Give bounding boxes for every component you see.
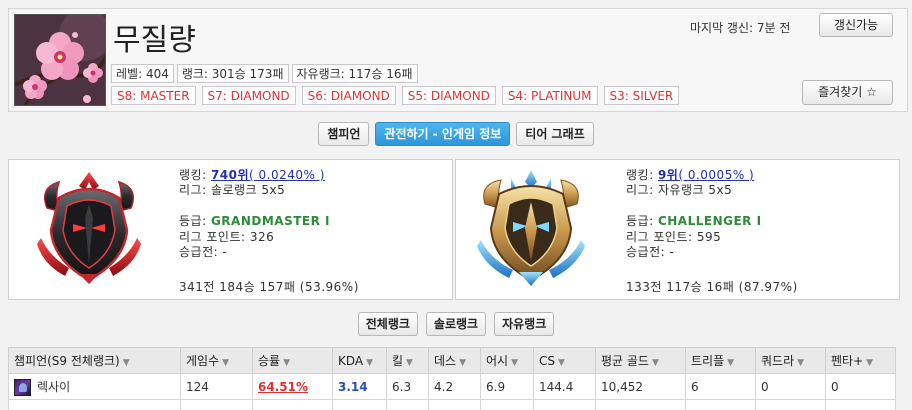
sort-arrow-icon: ▼ bbox=[222, 358, 230, 368]
flex-promotion: 승급전: - bbox=[626, 244, 675, 259]
rek-sai-champion-icon bbox=[14, 378, 31, 396]
champion-stats-table-wrap: 챔피언(S9 전체랭크) ▼ 게임수 ▼ 승률 ▼ KDA ▼ 킬 ▼ 데스 ▼ 어시 ▼ C… bbox=[8, 347, 912, 410]
tier-label: 등급: bbox=[179, 214, 211, 229]
flex-rank-card: 랭킹: 9위( 0.0005% ) 리그: 자유랭크 5x5 등급: CHALL… bbox=[455, 159, 900, 300]
solo-record-box: 랭크: 301승 173패 bbox=[176, 64, 289, 83]
flex-rank-percent: ( 0.0005% ) bbox=[678, 168, 755, 182]
favorite-button[interactable]: 즐겨찾기 ☆ bbox=[802, 80, 893, 105]
cell-kills: 6.3 bbox=[386, 373, 429, 400]
tier-label: 등급: bbox=[626, 214, 658, 229]
last-update-text: 마지막 갱신: 7분 전 bbox=[690, 21, 791, 35]
season-badge: S5: DIAMOND bbox=[401, 86, 496, 105]
tab-tier-graph[interactable]: 티어 그래프 bbox=[516, 122, 594, 146]
solo-record: 341전 184승 157패 (53.96%) bbox=[179, 280, 359, 294]
flex-record: 133전 117승 16패 (87.97%) bbox=[626, 280, 798, 294]
cell-games: 124 bbox=[180, 373, 253, 400]
solo-league-points: 리그 포인트: 326 bbox=[179, 229, 275, 244]
cell-cs: 144.4 bbox=[533, 373, 596, 400]
tab-champion[interactable]: 챔피언 bbox=[318, 122, 370, 146]
column-header-winrate[interactable]: 승률 ▼ bbox=[252, 347, 333, 374]
sort-arrow-icon: ▼ bbox=[122, 358, 130, 368]
column-header-quadra[interactable]: 쿼드라 ▼ bbox=[755, 347, 826, 374]
column-header-gold[interactable]: 평균 골드 ▼ bbox=[595, 347, 686, 374]
solo-promotion: 승급전: - bbox=[179, 244, 228, 259]
column-header-deaths[interactable]: 데스 ▼ bbox=[428, 347, 481, 374]
sort-arrow-icon: ▼ bbox=[866, 358, 874, 368]
season-badge: S6: DIAMOND bbox=[301, 86, 396, 105]
profile-header: 무질량 레벨: 404 랭크: 301승 173패 자유랭크: 117승 16패… bbox=[8, 8, 908, 112]
season-badge: S8: MASTER bbox=[111, 86, 196, 105]
season-badge: S3: SILVER bbox=[603, 86, 680, 105]
table-row[interactable]: 렉사이 124 64.51% 3.14 6.3 4.2 6.9 144.4 10… bbox=[8, 373, 896, 400]
filter-solo-ranked[interactable]: 솔로랭크 bbox=[425, 312, 487, 336]
cell-triple: 6 bbox=[685, 373, 756, 400]
flex-record-box: 자유랭크: 117승 16패 bbox=[291, 64, 418, 83]
solo-rank-card: 랭킹: 740위( 0.0240% ) 리그: 솔로랭크 5x5 등급: GRA… bbox=[8, 159, 453, 300]
column-header-penta[interactable]: 펜타+ ▼ bbox=[825, 347, 896, 374]
season-history: S8: MASTER S7: DIAMOND S6: DIAMOND S5: D… bbox=[111, 86, 680, 105]
sort-arrow-icon: ▼ bbox=[459, 358, 467, 368]
sort-arrow-icon: ▼ bbox=[558, 357, 565, 368]
rank-label: 랭킹: bbox=[179, 168, 211, 182]
level-box: 레벨: 404 bbox=[111, 64, 174, 83]
column-header-cs[interactable]: CS ▼ bbox=[533, 347, 596, 374]
champion-stats-table: 챔피언(S9 전체랭크) ▼ 게임수 ▼ 승률 ▼ KDA ▼ 킬 ▼ 데스 ▼ 어시 ▼ C… bbox=[8, 347, 896, 410]
flex-rank-info: 랭킹: 9위( 0.0005% ) 리그: 자유랭크 5x5 등급: CHALL… bbox=[626, 168, 762, 260]
sort-arrow-icon: ▼ bbox=[511, 358, 519, 368]
cell-kda: 3.14 bbox=[332, 373, 387, 400]
table-header-row: 챔피언(S9 전체랭크) ▼ 게임수 ▼ 승률 ▼ KDA ▼ 킬 ▼ 데스 ▼ 어시 ▼ C… bbox=[8, 347, 896, 374]
flex-league-points: 리그 포인트: 595 bbox=[626, 229, 722, 244]
sort-arrow-icon: ▼ bbox=[727, 358, 735, 368]
column-header-games[interactable]: 게임수 ▼ bbox=[180, 347, 253, 374]
table-row bbox=[8, 399, 896, 410]
sort-arrow-icon: ▼ bbox=[797, 358, 805, 368]
sort-arrow-icon: ▼ bbox=[406, 358, 413, 368]
solo-tier: GRANDMASTER I bbox=[210, 214, 330, 229]
cell-winrate: 64.51% bbox=[252, 373, 333, 400]
column-header-assists[interactable]: 어시 ▼ bbox=[480, 347, 534, 374]
rank-label: 랭킹: bbox=[626, 168, 658, 182]
cell-gold: 10,452 bbox=[595, 373, 686, 400]
flex-tier: CHALLENGER I bbox=[657, 214, 762, 229]
refresh-button[interactable]: 갱신가능 bbox=[819, 13, 893, 37]
column-header-champion[interactable]: 챔피언(S9 전체랭크) ▼ bbox=[8, 347, 181, 374]
grandmaster-emblem-icon bbox=[37, 172, 141, 284]
sort-arrow-icon: ▼ bbox=[366, 357, 374, 368]
cherry-blossom-avatar bbox=[15, 15, 105, 105]
filter-flex-ranked[interactable]: 자유랭크 bbox=[494, 312, 555, 336]
cell-assists: 6.9 bbox=[480, 373, 534, 400]
column-header-triple[interactable]: 트리플 ▼ bbox=[685, 347, 756, 374]
profile-tabs: 챔피언 관전하기 - 인게임 정보 티어 그래프 bbox=[0, 122, 912, 146]
cell-quadra: 0 bbox=[755, 373, 826, 400]
column-header-kda[interactable]: KDA ▼ bbox=[332, 347, 387, 374]
flex-league: 리그: 자유랭크 5x5 bbox=[626, 183, 733, 198]
summoner-name: 무질량 bbox=[113, 23, 196, 58]
season-badge: S4: PLATINUM bbox=[501, 86, 598, 105]
flex-rank-link[interactable]: 9위 bbox=[658, 168, 678, 182]
cell-champion: 렉사이 bbox=[8, 373, 181, 400]
profile-avatar bbox=[14, 14, 106, 106]
solo-rank-percent: ( 0.0240% ) bbox=[249, 168, 325, 182]
tab-spectate[interactable]: 관전하기 - 인게임 정보 bbox=[375, 122, 511, 146]
filter-all-ranked[interactable]: 전체랭크 bbox=[357, 312, 418, 336]
sort-arrow-icon: ▼ bbox=[283, 358, 291, 368]
cell-penta: 0 bbox=[825, 373, 896, 400]
solo-rank-info: 랭킹: 740위( 0.0240% ) 리그: 솔로랭크 5x5 등급: GRA… bbox=[179, 168, 330, 260]
cell-deaths: 4.2 bbox=[428, 373, 481, 400]
sort-arrow-icon: ▼ bbox=[651, 358, 659, 368]
solo-league: 리그: 솔로랭크 5x5 bbox=[179, 183, 286, 198]
column-header-kills[interactable]: 킬 ▼ bbox=[386, 347, 429, 374]
queue-filters: 전체랭크 솔로랭크 자유랭크 bbox=[0, 312, 912, 336]
challenger-emblem-icon bbox=[477, 170, 585, 286]
summoner-stats: 레벨: 404 랭크: 301승 173패 자유랭크: 117승 16패 bbox=[111, 64, 418, 83]
season-badge: S7: DIAMOND bbox=[201, 86, 296, 105]
solo-rank-link[interactable]: 740위 bbox=[211, 168, 249, 182]
